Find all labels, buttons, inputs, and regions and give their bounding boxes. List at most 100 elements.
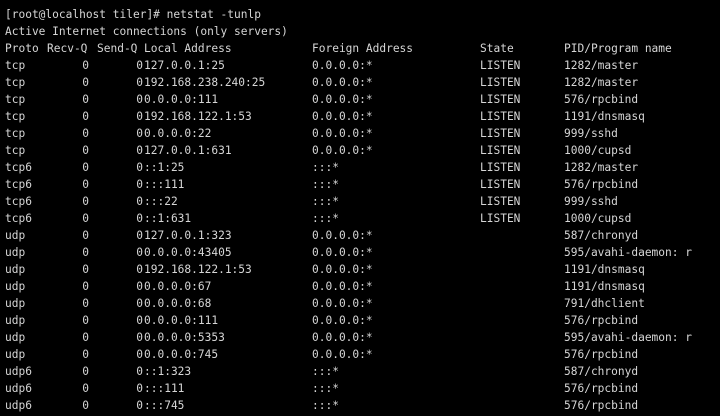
cell-proto: udp6 [5,365,32,378]
table-row: tcp 0 0 0.0.0.0:111 0.0.0.0:* LISTEN 576/rpcbi… [5,91,720,108]
cell-recvq: 0 [82,144,89,157]
cell-proto: udp [5,263,26,276]
cell-local: 192.168.122.1:53 [144,263,252,276]
command-prompt-line: [root@localhost tiler]# netstat -tunlp [5,8,261,21]
cell-sendq: 0 [136,399,143,412]
cell-sendq: 0 [136,365,143,378]
cell-sendq: 0 [136,59,143,72]
table-row: tcp 0 0 192.168.238.240:25 0.0.0.0:* LISTEN 12… [5,74,720,91]
cell-foreign: :::* [312,399,339,412]
cell-foreign: :::* [312,365,339,378]
cell-local: ::1:323 [144,365,192,378]
header-pid: PID/Program name [564,42,672,55]
table-row: tcp6 0 0::1:631:::* LISTEN 1000/cupsd [5,210,720,227]
cell-pid: 1000/cupsd [564,144,632,157]
header-recvq: Recv-Q [47,42,88,55]
cell-proto: tcp [5,127,26,140]
cell-recvq: 0 [82,246,89,259]
cell-proto: udp [5,314,26,327]
cell-sendq: 0 [136,212,143,225]
cell-foreign: 0.0.0.0:* [312,280,373,293]
cell-sendq: 0 [136,229,143,242]
cell-recvq: 0 [82,127,89,140]
table-row: udp 0 0 0.0.0.0:68 0.0.0.0:* 791/dhclient [5,295,720,312]
cell-foreign: 0.0.0.0:* [312,110,373,123]
cell-sendq: 0 [136,195,143,208]
cell-proto: tcp6 [5,178,32,191]
cell-pid: 576/rpcbind [564,382,639,395]
cell-proto: tcp [5,93,26,106]
cell-sendq: 0 [136,144,143,157]
cell-pid: 1191/dnsmasq [564,110,645,123]
cell-recvq: 0 [82,297,89,310]
cell-proto: udp [5,246,26,259]
table-row: udp6 0 0:::111:::* 576/rpcbind [5,380,720,397]
cell-state: LISTEN [480,161,521,174]
cell-pid: 1000/cupsd [564,212,632,225]
cell-recvq: 0 [82,280,89,293]
cell-sendq: 0 [136,93,143,106]
cell-recvq: 0 [82,59,89,72]
cell-state: LISTEN [480,93,521,106]
cell-proto: udp [5,297,26,310]
cell-recvq: 0 [82,331,89,344]
table-row: tcp6 0 0:::22:::* LISTEN 999/sshd [5,193,720,210]
cell-pid: 576/rpcbind [564,348,639,361]
header-proto: Proto [5,42,39,55]
cell-pid: 576/rpcbind [564,178,639,191]
cell-foreign: :::* [312,212,339,225]
cell-pid: 1282/master [564,76,639,89]
cell-local: :::22 [144,195,178,208]
table-row: udp 0 0 0.0.0.0:745 0.0.0.0:* 576/rpcbind [5,346,720,363]
table-row: tcp6 0 0:::111:::* LISTEN 576/rpcbind [5,176,720,193]
cell-state: LISTEN [480,195,521,208]
cell-foreign: 0.0.0.0:* [312,144,373,157]
table-row: udp6 0 0::1:323:::* 587/chronyd [5,363,720,380]
cell-sendq: 0 [136,331,143,344]
cell-recvq: 0 [82,161,89,174]
cell-sendq: 0 [136,246,143,259]
header-foreign: Foreign Address [312,42,414,55]
cell-state: LISTEN [480,178,521,191]
cell-local: 0.0.0.0:22 [144,127,212,140]
cell-pid: 587/chronyd [564,365,639,378]
cell-proto: tcp [5,59,26,72]
cell-proto: tcp6 [5,195,32,208]
table-row: udp 0 0 0.0.0.0:111 0.0.0.0:* 576/rpcbind [5,312,720,329]
terminal-window[interactable]: [root@localhost tiler]# netstat -tunlp A… [0,0,720,416]
cell-pid: 1191/dnsmasq [564,263,645,276]
cell-local: 127.0.0.1:631 [144,144,232,157]
cell-proto: udp [5,229,26,242]
cell-proto: udp6 [5,382,32,395]
cell-sendq: 0 [136,178,143,191]
cell-sendq: 0 [136,263,143,276]
cell-local: :::111 [144,178,185,191]
cell-pid: 595/avahi-daemon: r [564,246,692,259]
table-row: tcp 0 0 0.0.0.0:22 0.0.0.0:* LISTEN 999/sshd [5,125,720,142]
cell-recvq: 0 [82,382,89,395]
cell-foreign: 0.0.0.0:* [312,127,373,140]
cell-state: LISTEN [480,76,521,89]
cell-proto: udp [5,331,26,344]
cell-proto: tcp6 [5,212,32,225]
cell-state: LISTEN [480,110,521,123]
cell-local: 0.0.0.0:5353 [144,331,225,344]
cell-sendq: 0 [136,280,143,293]
cell-local: 0.0.0.0:745 [144,348,219,361]
header-state: State [480,42,514,55]
cell-foreign: 0.0.0.0:* [312,229,373,242]
cell-local: 127.0.0.1:323 [144,229,232,242]
cell-foreign: 0.0.0.0:* [312,297,373,310]
cell-local: 127.0.0.1:25 [144,59,225,72]
cell-proto: tcp [5,76,26,89]
cell-recvq: 0 [82,76,89,89]
cell-sendq: 0 [136,348,143,361]
table-row: udp6 0 0:::745:::* 576/rpcbind [5,397,720,414]
cell-recvq: 0 [82,314,89,327]
cell-sendq: 0 [136,110,143,123]
cell-pid: 791/dhclient [564,297,645,310]
cell-local: 0.0.0.0:43405 [144,246,232,259]
cell-pid: 576/rpcbind [564,314,639,327]
cell-foreign: 0.0.0.0:* [312,59,373,72]
cell-state: LISTEN [480,212,521,225]
